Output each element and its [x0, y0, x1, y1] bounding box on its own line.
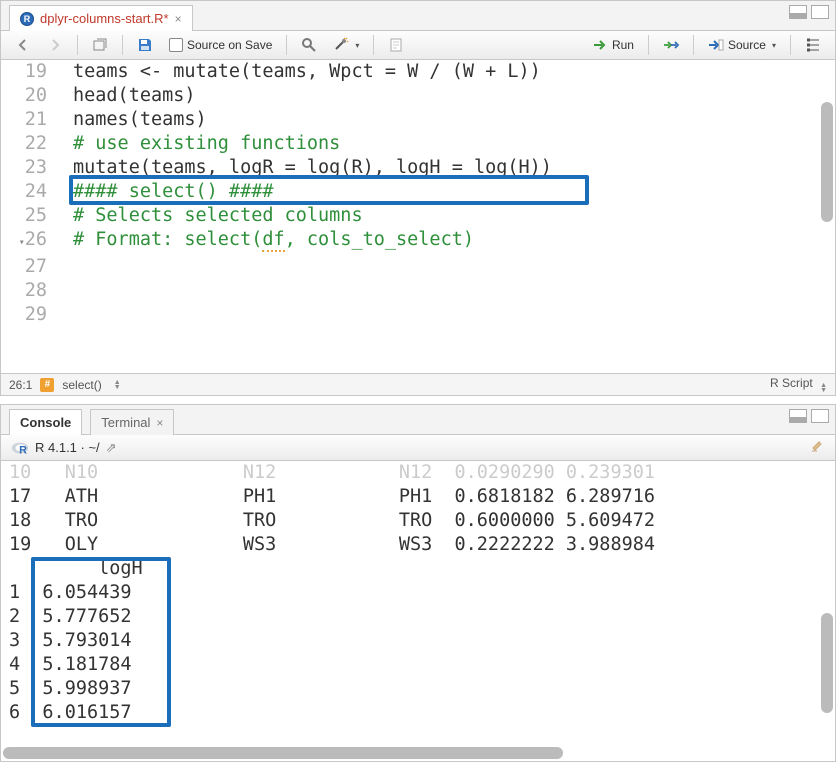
close-icon[interactable]: × — [175, 12, 182, 26]
code-line[interactable]: # Selects selected columns — [73, 204, 819, 228]
section-tag-icon: # — [40, 378, 54, 392]
r-session-label: R 4.1.1 · ~/ — [35, 440, 100, 455]
minimize-pane-icon[interactable] — [789, 5, 807, 19]
source-button[interactable]: Source ▾ — [702, 35, 782, 55]
pane-controls — [789, 5, 829, 19]
code-editor[interactable]: 19 20 21 22 23 24 25 ▾26 27 28 29 teams … — [1, 60, 835, 373]
code-tools-button[interactable]: ▾ — [327, 35, 365, 55]
minimize-pane-icon[interactable] — [789, 409, 807, 423]
updown-icon[interactable]: ▲▼ — [820, 383, 827, 393]
cursor-position: 26:1 — [9, 378, 32, 392]
editor-toolbar: Source on Save ▾ Run Source ▾ — [1, 31, 835, 60]
outline-button[interactable] — [799, 35, 827, 55]
console-output[interactable]: 10 N10 N12 N12 0.0290290 0.23930117 ATH … — [1, 461, 835, 761]
find-button[interactable] — [295, 35, 323, 55]
scope-label[interactable]: select() — [62, 378, 101, 392]
code-line[interactable]: # Format: select(df, cols_to_select) — [73, 228, 819, 252]
save-button[interactable] — [131, 35, 159, 55]
console-header: R R 4.1.1 · ~/ ⇗ — [1, 435, 835, 461]
file-tab-active[interactable]: R dplyr-columns-start.R* × — [9, 5, 193, 31]
editor-tab-bar: R dplyr-columns-start.R* × — [1, 1, 835, 31]
editor-pane: R dplyr-columns-start.R* × Source on Sav… — [0, 0, 836, 396]
run-button[interactable]: Run — [586, 35, 640, 55]
svg-text:R: R — [19, 444, 27, 456]
code-body[interactable]: teams <- mutate(teams, Wpct = W / (W + L… — [73, 60, 819, 252]
line-gutter: 19 20 21 22 23 24 25 ▾26 27 28 29 — [1, 60, 59, 327]
clear-console-icon[interactable] — [809, 438, 825, 457]
source-on-save-label: Source on Save — [187, 38, 272, 52]
chevron-down-icon: ▾ — [355, 41, 359, 50]
nav-back-button[interactable] — [9, 35, 37, 55]
console-line: 19 OLY WS3 WS3 0.2222222 3.988984 — [9, 533, 819, 557]
show-in-new-window-button[interactable] — [86, 35, 114, 55]
checkbox-icon — [169, 38, 183, 52]
console-pane: Console Terminal × R R 4.1.1 · ~/ ⇗ 10 N… — [0, 404, 836, 762]
console-tab-bar: Console Terminal × — [1, 405, 835, 435]
source-label: Source — [728, 38, 766, 52]
console-line: 6 6.016157 — [9, 701, 819, 725]
maximize-pane-icon[interactable] — [811, 5, 829, 19]
rerun-button[interactable] — [657, 35, 685, 55]
console-line: 2 5.777652 — [9, 605, 819, 629]
code-line[interactable]: mutate(teams, logR = log(R), logH = log(… — [73, 156, 819, 180]
r-logo-icon: R — [11, 439, 29, 457]
console-line: 4 5.181784 — [9, 653, 819, 677]
console-line: 17 ATH PH1 PH1 0.6818182 6.289716 — [9, 485, 819, 509]
popout-icon[interactable]: ⇗ — [106, 440, 117, 456]
chevron-down-icon: ▾ — [772, 41, 776, 50]
compile-report-button[interactable] — [382, 35, 410, 55]
editor-status-bar: 26:1 # select() ▲▼ R Script ▲▼ — [1, 373, 835, 395]
file-tab-label: dplyr-columns-start.R* — [40, 11, 169, 26]
vertical-scrollbar[interactable] — [821, 463, 833, 759]
maximize-pane-icon[interactable] — [811, 409, 829, 423]
console-line: 3 5.793014 — [9, 629, 819, 653]
source-on-save-toggle[interactable]: Source on Save — [163, 36, 278, 54]
code-line[interactable]: # use existing functions — [73, 132, 819, 156]
nav-forward-button[interactable] — [41, 35, 69, 55]
console-line: logH — [9, 557, 819, 581]
language-label[interactable]: R Script — [770, 376, 813, 390]
r-file-icon: R — [20, 12, 34, 26]
updown-icon[interactable]: ▲▼ — [114, 380, 121, 390]
tab-console[interactable]: Console — [9, 409, 82, 435]
fold-icon[interactable]: ▾ — [15, 231, 25, 255]
code-line[interactable]: #### select() #### — [73, 180, 819, 204]
console-line: 18 TRO TRO TRO 0.6000000 5.609472 — [9, 509, 819, 533]
code-line[interactable]: head(teams) — [73, 84, 819, 108]
horizontal-scrollbar[interactable] — [3, 747, 819, 759]
code-line[interactable]: names(teams) — [73, 108, 819, 132]
console-line: 5 5.998937 — [9, 677, 819, 701]
console-line: 10 N10 N12 N12 0.0290290 0.239301 — [9, 461, 819, 485]
run-label: Run — [612, 38, 634, 52]
code-line[interactable]: teams <- mutate(teams, Wpct = W / (W + L… — [73, 60, 819, 84]
console-line: 1 6.054439 — [9, 581, 819, 605]
close-icon[interactable]: × — [156, 416, 163, 430]
tab-terminal[interactable]: Terminal × — [90, 409, 174, 435]
vertical-scrollbar[interactable] — [821, 62, 833, 371]
pane-controls — [789, 409, 829, 423]
